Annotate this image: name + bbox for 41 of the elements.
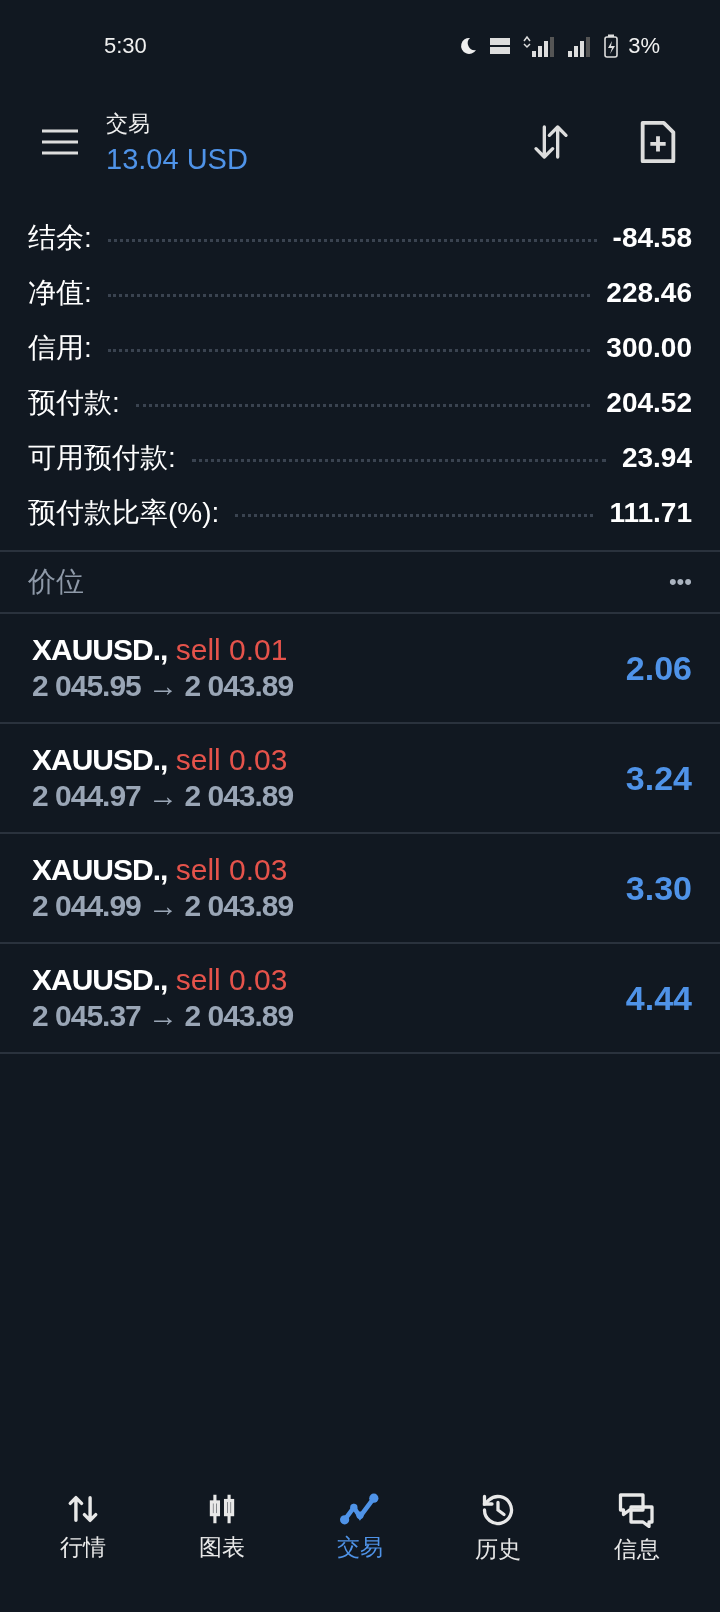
price-change: 2 044.99 → 2 043.89 (32, 889, 294, 923)
summary-label: 可用预付款: (28, 440, 176, 475)
battery-percent: 3% (628, 33, 660, 59)
network-type-icon (488, 35, 513, 57)
summary-label: 预付款比率(%): (28, 495, 220, 530)
nav-tab[interactable]: 信息 (581, 1492, 692, 1612)
position-title: XAUUSD., sell 0.03 (32, 853, 289, 887)
summary-value: 111.71 (609, 496, 692, 529)
moon-icon (458, 36, 479, 56)
summary-label: 结余: (28, 220, 92, 255)
position-title: XAUUSD., sell 0.01 (32, 633, 289, 667)
profit-value: 3.24 (625, 758, 692, 798)
price-change: 2 045.37 → 2 043.89 (32, 999, 294, 1033)
nav-tab[interactable]: 交易 (304, 1492, 415, 1612)
summary-label: 预付款: (28, 385, 120, 420)
position-title: XAUUSD., sell 0.03 (32, 963, 289, 997)
price-change: 2 044.97 → 2 043.89 (32, 779, 294, 813)
line-chart-icon (339, 1492, 380, 1526)
summary-value: 300.00 (606, 331, 692, 364)
battery-icon (604, 34, 619, 58)
summary-label: 信用: (28, 330, 92, 365)
chat-icon (616, 1492, 657, 1528)
signal-icon (522, 35, 557, 57)
summary-value: 204.52 (606, 386, 692, 419)
price-change: 2 045.95 → 2 043.89 (32, 669, 294, 703)
profit-value: 4.44 (625, 978, 692, 1018)
nav-tab[interactable]: 历史 (443, 1492, 554, 1612)
section-title: 价位 (28, 565, 84, 599)
nav-tab[interactable]: 图表 (166, 1492, 277, 1612)
profit-value: 2.06 (625, 648, 692, 688)
status-time: 5:30 (104, 33, 147, 59)
summary-label: 净值: (28, 275, 92, 310)
profit-value: 3.30 (625, 868, 692, 908)
balance-text: 13.04 USD (106, 142, 249, 176)
summary-value: -84.58 (612, 221, 692, 254)
more-button[interactable]: ••• (668, 569, 692, 595)
screen-title: 交易 (106, 109, 151, 138)
nav-tab[interactable]: 行情 (28, 1492, 139, 1612)
summary-value: 23.94 (621, 441, 692, 474)
summary-value: 228.46 (606, 276, 692, 309)
position-title: XAUUSD., sell 0.03 (32, 743, 289, 777)
